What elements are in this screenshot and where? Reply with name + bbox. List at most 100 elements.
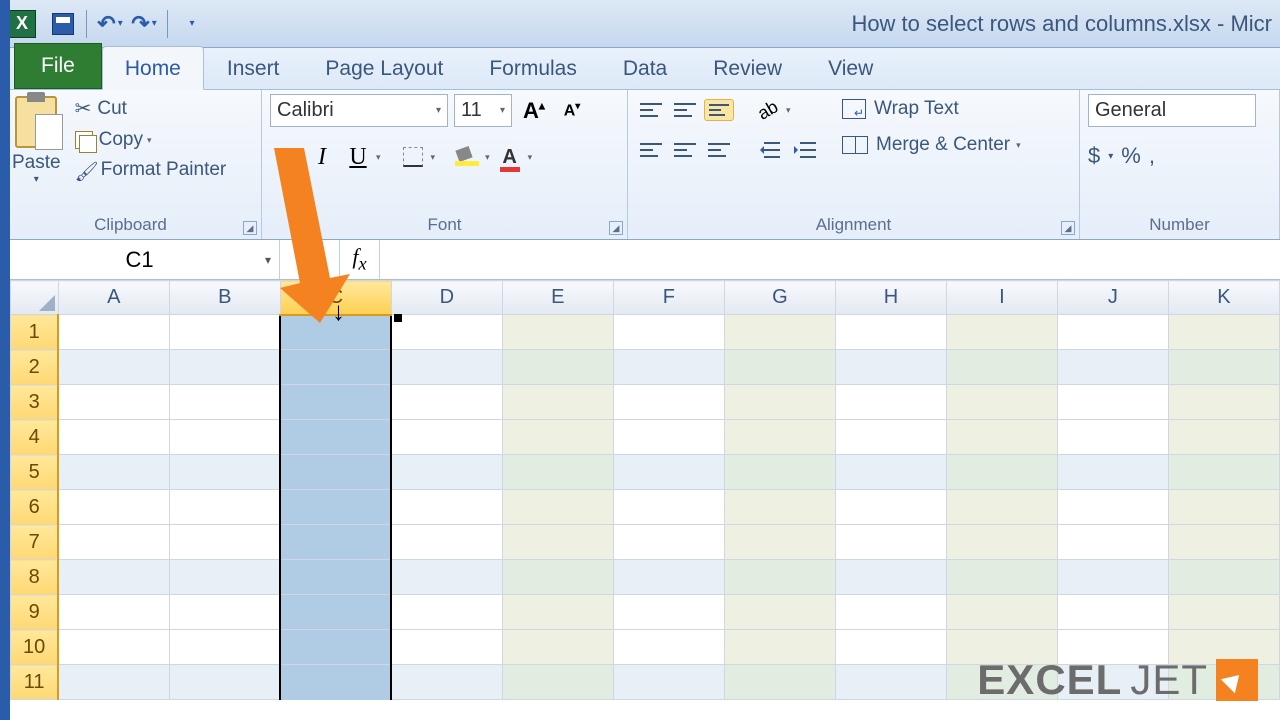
cell-J2[interactable]	[1057, 350, 1168, 385]
font-launcher[interactable]: ◢	[609, 221, 623, 235]
cell-D11[interactable]	[391, 665, 502, 700]
tab-data[interactable]: Data	[600, 46, 690, 89]
font-name-combo[interactable]: Calibri▾	[270, 94, 448, 127]
align-bottom-button[interactable]	[704, 99, 734, 121]
column-header-F[interactable]: F	[613, 281, 724, 315]
font-color-button[interactable]: A	[494, 141, 526, 173]
fill-color-button[interactable]	[451, 141, 483, 173]
cell-B10[interactable]	[169, 630, 280, 665]
cell-I6[interactable]	[946, 490, 1057, 525]
cell-C8[interactable]	[280, 560, 391, 595]
row-header-5[interactable]: 5	[11, 455, 59, 490]
cell-J8[interactable]	[1057, 560, 1168, 595]
cell-H4[interactable]	[835, 420, 946, 455]
cell-E2[interactable]	[502, 350, 613, 385]
cell-E3[interactable]	[502, 385, 613, 420]
column-header-H[interactable]: H	[835, 281, 946, 315]
row-header-11[interactable]: 11	[11, 665, 59, 700]
cell-C6[interactable]	[280, 490, 391, 525]
underline-button[interactable]: U	[342, 141, 374, 173]
cell-I1[interactable]	[946, 315, 1057, 350]
cell-A4[interactable]	[58, 420, 169, 455]
cell-E10[interactable]	[502, 630, 613, 665]
cell-D8[interactable]	[391, 560, 502, 595]
italic-button[interactable]: I	[306, 141, 338, 173]
cell-D10[interactable]	[391, 630, 502, 665]
cell-D1[interactable]	[391, 315, 502, 350]
cell-I5[interactable]	[946, 455, 1057, 490]
cell-J6[interactable]	[1057, 490, 1168, 525]
row-header-6[interactable]: 6	[11, 490, 59, 525]
cell-A10[interactable]	[58, 630, 169, 665]
cell-C10[interactable]	[280, 630, 391, 665]
cell-E6[interactable]	[502, 490, 613, 525]
cell-F2[interactable]	[613, 350, 724, 385]
cell-E5[interactable]	[502, 455, 613, 490]
cell-G6[interactable]	[724, 490, 835, 525]
cell-H8[interactable]	[835, 560, 946, 595]
cell-A8[interactable]	[58, 560, 169, 595]
tab-insert[interactable]: Insert	[204, 46, 303, 89]
percent-button[interactable]: %	[1121, 143, 1141, 169]
shrink-font-button[interactable]: A▾	[556, 95, 588, 127]
cell-F8[interactable]	[613, 560, 724, 595]
cell-E8[interactable]	[502, 560, 613, 595]
tab-view[interactable]: View	[805, 46, 896, 89]
cell-K9[interactable]	[1168, 595, 1279, 630]
cell-E4[interactable]	[502, 420, 613, 455]
redo-button[interactable]: ↷▾	[129, 9, 159, 39]
cell-J4[interactable]	[1057, 420, 1168, 455]
cell-B9[interactable]	[169, 595, 280, 630]
excel-app-icon[interactable]: X	[8, 10, 36, 38]
cell-K4[interactable]	[1168, 420, 1279, 455]
column-header-B[interactable]: B	[169, 281, 280, 315]
row-header-2[interactable]: 2	[11, 350, 59, 385]
decrease-indent-button[interactable]	[752, 134, 784, 166]
cell-C5[interactable]	[280, 455, 391, 490]
cell-G11[interactable]	[724, 665, 835, 700]
paste-button[interactable]: Paste ▾	[8, 94, 65, 187]
cell-G1[interactable]	[724, 315, 835, 350]
column-header-A[interactable]: A	[58, 281, 169, 315]
cell-F4[interactable]	[613, 420, 724, 455]
cell-K2[interactable]	[1168, 350, 1279, 385]
cell-A11[interactable]	[58, 665, 169, 700]
cell-F3[interactable]	[613, 385, 724, 420]
cell-J7[interactable]	[1057, 525, 1168, 560]
qat-customize[interactable]: ▾	[176, 9, 206, 39]
align-middle-button[interactable]	[670, 99, 700, 121]
cell-K8[interactable]	[1168, 560, 1279, 595]
cell-F10[interactable]	[613, 630, 724, 665]
align-right-button[interactable]	[704, 139, 734, 161]
cell-G9[interactable]	[724, 595, 835, 630]
tab-review[interactable]: Review	[690, 46, 805, 89]
border-button[interactable]	[397, 141, 429, 173]
cell-H9[interactable]	[835, 595, 946, 630]
cell-H5[interactable]	[835, 455, 946, 490]
cell-A3[interactable]	[58, 385, 169, 420]
comma-button[interactable]: ,	[1149, 143, 1155, 169]
cell-K3[interactable]	[1168, 385, 1279, 420]
merge-center-button[interactable]: Merge & Center ▾	[836, 130, 1027, 160]
column-header-J[interactable]: J	[1057, 281, 1168, 315]
cell-B2[interactable]	[169, 350, 280, 385]
cell-G4[interactable]	[724, 420, 835, 455]
clipboard-launcher[interactable]: ◢	[243, 221, 257, 235]
worksheet-grid[interactable]: ABCDEFGHIJK1234567891011	[10, 280, 1280, 720]
cell-E7[interactable]	[502, 525, 613, 560]
row-header-10[interactable]: 10	[11, 630, 59, 665]
cell-D9[interactable]	[391, 595, 502, 630]
cell-D6[interactable]	[391, 490, 502, 525]
cell-A7[interactable]	[58, 525, 169, 560]
cell-F11[interactable]	[613, 665, 724, 700]
tab-home[interactable]: Home	[102, 46, 204, 90]
align-center-button[interactable]	[670, 139, 700, 161]
cell-I2[interactable]	[946, 350, 1057, 385]
cell-E9[interactable]	[502, 595, 613, 630]
increase-indent-button[interactable]	[788, 134, 820, 166]
cell-D3[interactable]	[391, 385, 502, 420]
bold-button[interactable]: B	[270, 141, 302, 173]
cell-H2[interactable]	[835, 350, 946, 385]
row-header-1[interactable]: 1	[11, 315, 59, 350]
cell-E1[interactable]	[502, 315, 613, 350]
